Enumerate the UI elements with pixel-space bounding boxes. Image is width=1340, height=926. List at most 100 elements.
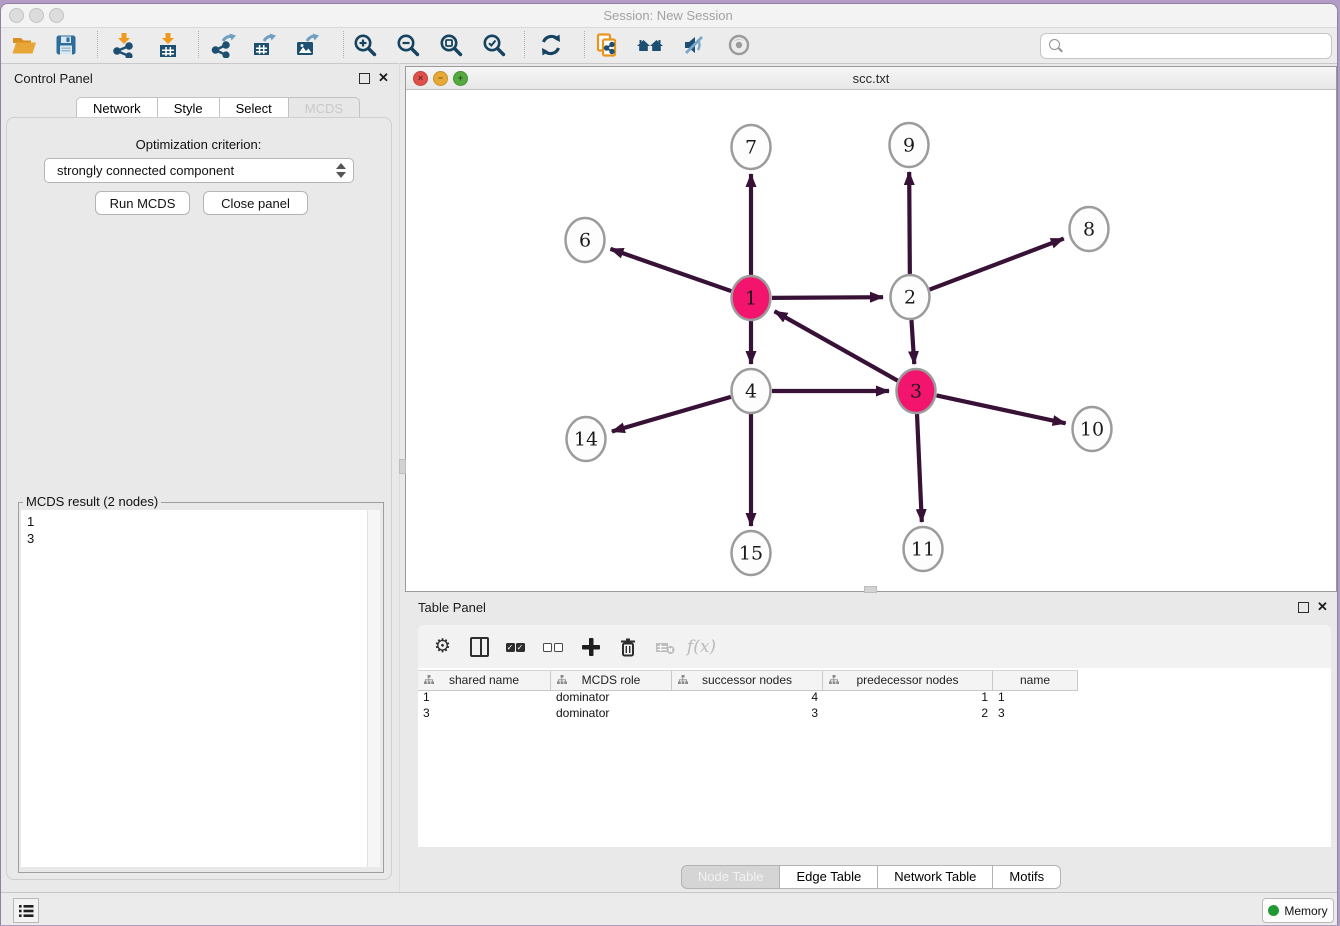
panel-divider [399, 63, 400, 892]
graph-edge-4-14[interactable] [612, 397, 731, 432]
graph-node-label-14: 14 [574, 429, 598, 451]
memory-status-icon [1268, 905, 1279, 916]
tab-network-table[interactable]: Network Table [877, 865, 993, 889]
graph-edge-3-11[interactable] [917, 412, 922, 522]
graph-edge-3-1[interactable] [775, 311, 898, 380]
close-panel-button[interactable]: Close panel [203, 191, 308, 215]
import-table-icon[interactable] [150, 29, 186, 61]
delete-table-icon [646, 629, 683, 665]
graph-node-label-4: 4 [745, 381, 757, 403]
main-toolbar [1, 28, 1337, 64]
network-canvas[interactable]: 7968124314101511 [406, 89, 1336, 591]
column-header-name[interactable]: name [993, 671, 1078, 690]
graph-edge-1-2[interactable] [772, 297, 883, 298]
graph-node-label-10: 10 [1080, 419, 1104, 441]
table-row[interactable]: 1dominator411 [418, 689, 1331, 705]
graph-node-label-11: 11 [911, 539, 935, 561]
toolbar-separator [97, 31, 98, 58]
cell-name[interactable]: 3 [993, 705, 1078, 721]
column-header-MCDS-role[interactable]: MCDS role [551, 671, 672, 690]
float-panel-icon[interactable] [359, 73, 370, 84]
mcds-result-text: 1 3 [27, 513, 34, 547]
cell-predecessor-nodes[interactable]: 1 [823, 689, 993, 705]
toolbar-separator [343, 31, 344, 58]
table-float-icon[interactable] [1298, 602, 1309, 613]
graph-node-label-15: 15 [739, 543, 763, 565]
zoom-in-icon[interactable] [347, 29, 383, 61]
graph-edge-2-3[interactable] [911, 318, 914, 364]
hide-annotations-icon[interactable] [676, 29, 712, 61]
memory-label: Memory [1284, 904, 1327, 918]
node-table-card: ⚙ ✓✓ f(x) shared nameMCDS rolesuccessor … [418, 625, 1331, 847]
cell-MCDS-role[interactable]: dominator [551, 689, 672, 705]
table-body: 1dominator4113dominator323 [418, 689, 1331, 721]
table-toolbar: ⚙ ✓✓ f(x) [418, 625, 1331, 668]
import-network-icon[interactable] [106, 29, 142, 61]
deselect-all-icon[interactable] [535, 629, 572, 665]
network-view-window: × − + scc.txt 7968124314101511 [405, 66, 1337, 592]
column-header-predecessor-nodes[interactable]: predecessor nodes [823, 671, 993, 690]
add-column-icon[interactable] [572, 629, 609, 665]
graph-node-label-3: 3 [910, 381, 922, 403]
cell-predecessor-nodes[interactable]: 2 [823, 705, 993, 721]
cell-successor-nodes[interactable]: 4 [672, 689, 823, 705]
zoom-selected-icon[interactable] [476, 29, 512, 61]
optimization-criterion-label: Optimization criterion: [0, 137, 397, 152]
split-handle[interactable] [399, 459, 406, 474]
split-handle[interactable] [864, 586, 877, 593]
criterion-dropdown[interactable]: strongly connected component [44, 158, 354, 183]
function-builder-icon: f(x) [683, 629, 720, 665]
toolbar-separator [524, 31, 525, 58]
table-row[interactable]: 3dominator323 [418, 705, 1331, 721]
column-header-shared-name[interactable]: shared name [418, 671, 551, 690]
open-session-icon[interactable] [6, 29, 42, 61]
toolbar-separator [584, 31, 585, 58]
graph-node-label-9: 9 [903, 135, 915, 157]
apply-layout-icon[interactable] [533, 29, 569, 61]
export-image-icon[interactable] [289, 29, 325, 61]
save-session-icon[interactable] [48, 29, 84, 61]
graph-edge-2-8[interactable] [930, 239, 1064, 290]
cell-name[interactable]: 1 [993, 689, 1078, 705]
zoom-fit-icon[interactable] [433, 29, 469, 61]
run-mcds-button[interactable]: Run MCDS [95, 191, 190, 215]
cell-MCDS-role[interactable]: dominator [551, 705, 672, 721]
graph-node-label-2: 2 [904, 287, 916, 309]
zoom-out-icon[interactable] [390, 29, 426, 61]
select-all-icon[interactable]: ✓✓ [498, 629, 535, 665]
clone-network-icon[interactable] [589, 29, 625, 61]
graph-edge-3-10[interactable] [937, 395, 1066, 423]
mcds-result-group: MCDS result (2 nodes) 1 3 [18, 502, 384, 873]
close-panel-icon[interactable]: ✕ [378, 72, 389, 84]
toolbar-separator [198, 31, 199, 58]
control-panel-title: Control Panel [14, 71, 93, 86]
task-history-button[interactable] [13, 898, 39, 923]
graph-edge-2-9[interactable] [909, 172, 910, 276]
application: Session: New Session [0, 0, 1340, 926]
cell-shared-name[interactable]: 3 [418, 705, 551, 721]
graphics-details-icon[interactable] [721, 29, 757, 61]
result-scrollbar[interactable] [367, 510, 380, 867]
show-columns-icon[interactable] [461, 629, 498, 665]
home-icon[interactable] [632, 29, 668, 61]
tab-node-table[interactable]: Node Table [681, 865, 781, 889]
table-panel-tabs: Node TableEdge TableNetwork TableMotifs [405, 865, 1337, 889]
delete-column-icon[interactable] [609, 629, 646, 665]
table-close-icon[interactable]: ✕ [1317, 601, 1328, 613]
graph-edge-1-6[interactable] [610, 249, 731, 291]
graph-node-label-1: 1 [745, 288, 757, 310]
table-settings-icon[interactable]: ⚙ [424, 629, 461, 665]
search-box [1040, 33, 1332, 59]
tab-motifs[interactable]: Motifs [992, 865, 1061, 889]
column-header-successor-nodes[interactable]: successor nodes [672, 671, 823, 690]
table-panel-title: Table Panel [418, 600, 486, 615]
export-network-icon[interactable] [206, 29, 242, 61]
mcds-result-area[interactable]: 1 3 [21, 510, 380, 867]
memory-button[interactable]: Memory [1262, 898, 1334, 923]
export-table-icon[interactable] [246, 29, 282, 61]
cell-successor-nodes[interactable]: 3 [672, 705, 823, 721]
tab-edge-table[interactable]: Edge Table [779, 865, 878, 889]
graph-node-label-7: 7 [745, 137, 757, 159]
cell-shared-name[interactable]: 1 [418, 689, 551, 705]
search-input[interactable] [1067, 36, 1326, 56]
